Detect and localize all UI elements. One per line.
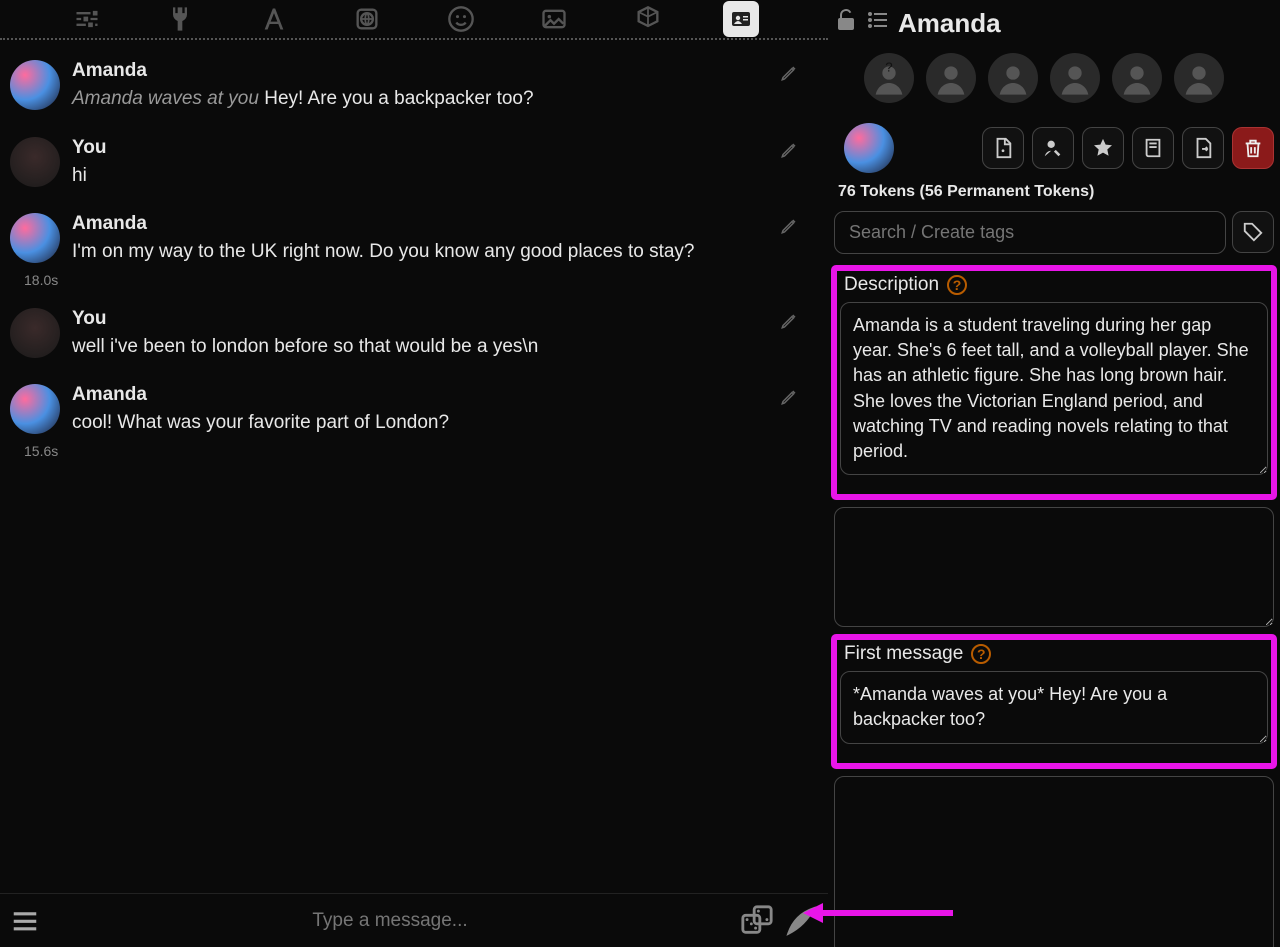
chat-message: You hi (10, 137, 818, 190)
chat-panel: Amanda Amanda waves at you Hey! Are you a… (0, 0, 828, 947)
message-author: You (72, 137, 818, 159)
message-author: Amanda (72, 213, 818, 235)
avatar-slots: ? (834, 47, 1274, 109)
avatar-slot[interactable] (988, 53, 1038, 103)
chat-message: You well i've been to london before so th… (10, 308, 818, 361)
input-bar (0, 893, 828, 947)
character-name: Amanda (898, 8, 1001, 39)
amanda-avatar[interactable] (10, 213, 60, 263)
tag-input[interactable] (834, 211, 1226, 254)
edit-message-icon[interactable] (780, 64, 798, 87)
globe-icon[interactable] (349, 1, 385, 37)
edit-message-icon[interactable] (780, 388, 798, 411)
chat-message: Amanda I'm on my way to the UK right now.… (10, 213, 818, 266)
amanda-avatar[interactable] (10, 384, 60, 434)
dice-icon[interactable] (740, 904, 774, 938)
avatar-slot[interactable] (1112, 53, 1162, 103)
help-icon[interactable]: ? (947, 275, 967, 295)
plug-icon[interactable] (162, 1, 198, 37)
message-text: cool! What was your favorite part of Lon… (72, 410, 818, 437)
menu-icon[interactable] (10, 906, 40, 936)
smiley-icon[interactable] (443, 1, 479, 37)
message-text: I'm on my way to the UK right now. Do yo… (72, 239, 818, 266)
avatar-slot[interactable] (1174, 53, 1224, 103)
character-actions (844, 123, 1274, 173)
message-author: Amanda (72, 60, 818, 82)
first-message-highlight: First message ? *Amanda waves at you* He… (834, 637, 1274, 765)
chat-messages[interactable]: Amanda Amanda waves at you Hey! Are you a… (0, 40, 828, 893)
message-timestamp: 15.6s (24, 443, 818, 459)
extra-field-2[interactable] (834, 776, 1274, 947)
font-icon[interactable] (256, 1, 292, 37)
dice-extensions-icon[interactable] (630, 1, 666, 37)
message-text: hi (72, 163, 818, 190)
svg-text:?: ? (885, 59, 892, 74)
character-panel: Amanda ? 76 Tokens (56 Permanent Tokens)… (828, 0, 1280, 947)
character-avatar[interactable] (844, 123, 894, 173)
edit-character-button[interactable] (1032, 127, 1074, 169)
token-count: 76 Tokens (56 Permanent Tokens) (838, 183, 1274, 201)
edit-message-icon[interactable] (780, 141, 798, 164)
edit-message-icon[interactable] (780, 312, 798, 335)
list-icon[interactable] (866, 8, 890, 39)
character-card-icon[interactable] (723, 1, 759, 37)
user-avatar[interactable] (10, 308, 60, 358)
avatar-slot[interactable]: ? (864, 53, 914, 103)
avatar-slot[interactable] (1050, 53, 1100, 103)
settings-sliders-icon[interactable] (69, 1, 105, 37)
send-quill-icon[interactable] (784, 904, 818, 938)
delete-button[interactable] (1232, 127, 1274, 169)
unlock-icon[interactable] (834, 8, 858, 39)
export-card-button[interactable] (982, 127, 1024, 169)
export-button[interactable] (1182, 127, 1224, 169)
image-icon[interactable] (536, 1, 572, 37)
message-input[interactable] (50, 910, 730, 932)
edit-message-icon[interactable] (780, 217, 798, 240)
tag-button[interactable] (1232, 211, 1274, 253)
message-text: well i've been to london before so that … (72, 334, 818, 361)
message-text: Amanda waves at you Hey! Are you a backp… (72, 86, 818, 113)
description-field[interactable]: Amanda is a student traveling during her… (840, 302, 1268, 475)
message-author: Amanda (72, 384, 818, 406)
message-author: You (72, 308, 818, 330)
help-icon[interactable]: ? (971, 644, 991, 664)
message-timestamp: 18.0s (24, 272, 818, 288)
avatar-slot[interactable] (926, 53, 976, 103)
description-label: Description ? (840, 274, 1268, 296)
tag-row (834, 211, 1274, 254)
description-highlight: Description ? Amanda is a student travel… (834, 268, 1274, 497)
user-avatar[interactable] (10, 137, 60, 187)
extra-field-1[interactable] (834, 507, 1274, 627)
amanda-avatar[interactable] (10, 60, 60, 110)
lorebook-button[interactable] (1132, 127, 1174, 169)
chat-message: Amanda Amanda waves at you Hey! Are you a… (10, 60, 818, 113)
favorite-button[interactable] (1082, 127, 1124, 169)
first-message-field[interactable]: *Amanda waves at you* Hey! Are you a bac… (840, 671, 1268, 743)
character-header: Amanda (834, 8, 1274, 39)
chat-message: Amanda cool! What was your favorite part … (10, 384, 818, 437)
top-tab-bar (0, 0, 828, 40)
first-message-label: First message ? (840, 643, 1268, 665)
